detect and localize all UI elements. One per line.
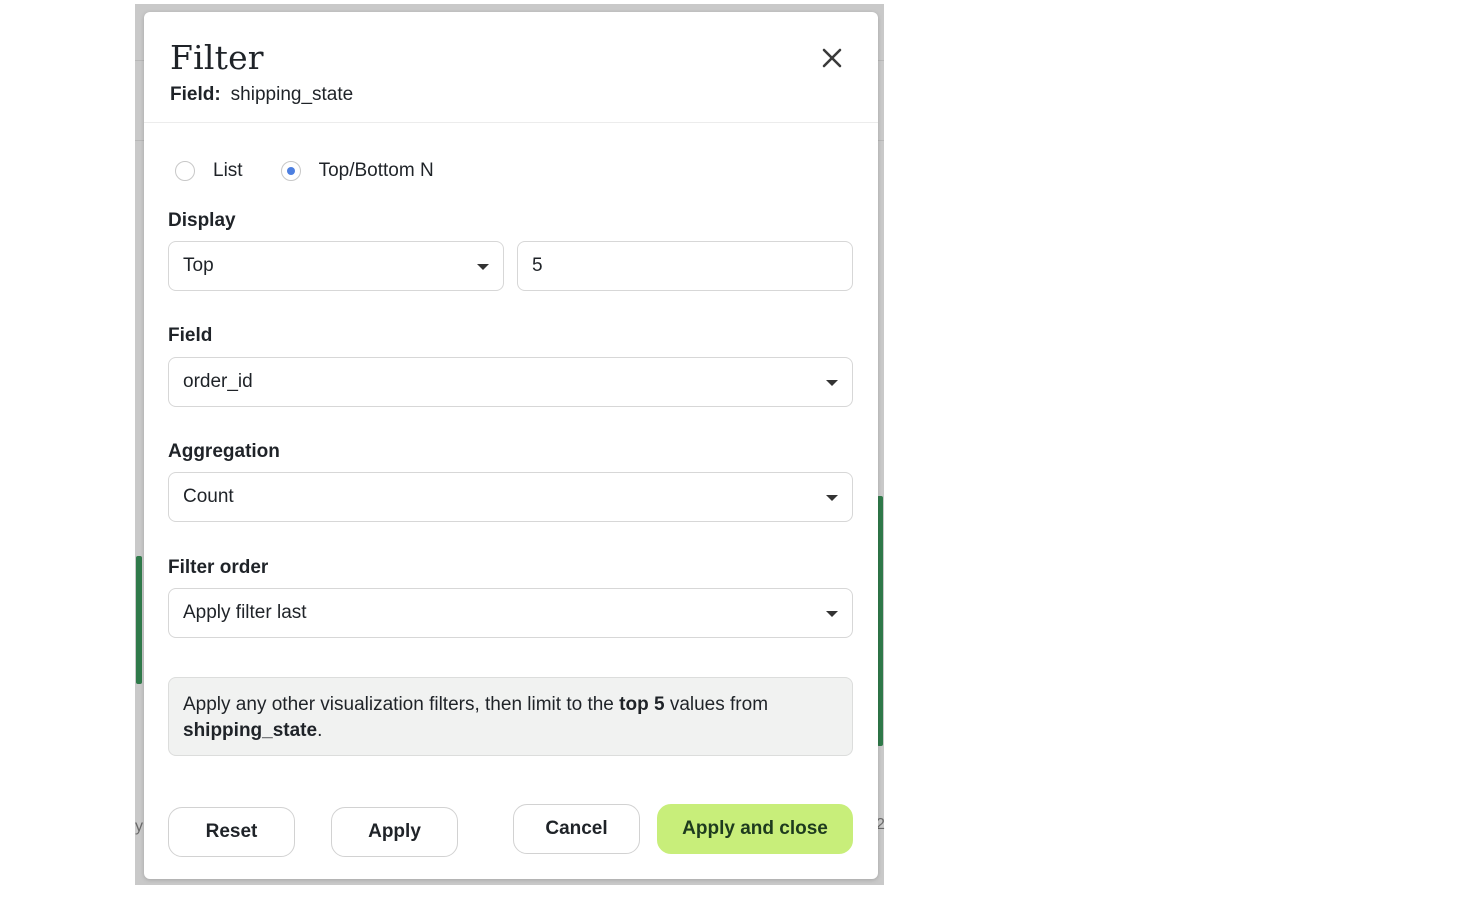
display-direction-select[interactable]: Top	[168, 241, 504, 291]
aggregation-value: Count	[183, 486, 234, 507]
radio-top-bottom-n-circle[interactable]	[280, 161, 301, 181]
aggregation-label: Aggregation	[168, 441, 280, 462]
filter-order-select[interactable]: Apply filter last	[168, 588, 853, 638]
chevron-down-icon	[826, 611, 838, 617]
radio-top-bottom-n[interactable]: Top/Bottom N	[280, 160, 434, 182]
filter-dialog: Filter Field: shipping_state List Top/Bot…	[144, 12, 878, 879]
chevron-down-icon	[826, 380, 838, 386]
apply-and-close-button[interactable]: Apply and close	[657, 804, 853, 854]
reset-button[interactable]: Reset	[168, 807, 295, 857]
display-label: Display	[168, 210, 236, 231]
background-divider	[135, 60, 144, 61]
field-select-value: order_id	[183, 371, 253, 392]
filter-order-label: Filter order	[168, 557, 269, 578]
display-count-value: 5	[532, 255, 543, 276]
radio-top-bottom-n-label[interactable]: Top/Bottom N	[319, 160, 434, 182]
info-text-prefix: Apply any other visualization filters, t…	[183, 694, 620, 715]
dialog-header: Filter Field: shipping_state	[144, 12, 878, 123]
filter-description: Apply any other visualization filters, t…	[168, 677, 853, 756]
info-text-top-n: top 5	[619, 694, 665, 715]
field-select-label: Field	[168, 325, 213, 346]
apply-button[interactable]: Apply	[331, 807, 458, 857]
mode-radio-group: List Top/Bottom N	[175, 158, 472, 184]
chevron-down-icon	[826, 495, 838, 501]
close-button[interactable]	[816, 42, 848, 74]
cancel-button[interactable]: Cancel	[513, 804, 640, 854]
dialog-title: Filter	[170, 38, 264, 77]
radio-selected-dot	[286, 167, 295, 175]
radio-list-label[interactable]: List	[213, 160, 243, 182]
filter-order-value: Apply filter last	[183, 602, 307, 623]
radio-list[interactable]: List	[175, 160, 243, 182]
background-chart-line	[136, 556, 142, 684]
info-text-field: shipping_state	[183, 720, 318, 741]
aggregation-select[interactable]: Count	[168, 472, 853, 522]
info-text-middle: values from	[664, 694, 769, 715]
close-icon	[822, 48, 842, 68]
display-direction-value: Top	[183, 255, 214, 276]
display-count-input[interactable]: 5	[517, 241, 853, 291]
background-tick-label: y	[135, 818, 143, 835]
field-select[interactable]: order_id	[168, 357, 853, 407]
dialog-subtitle: Field: shipping_state	[170, 84, 353, 106]
field-name: shipping_state	[230, 84, 354, 105]
radio-list-circle[interactable]	[175, 161, 195, 181]
chevron-down-icon	[477, 264, 489, 270]
info-text-suffix: .	[317, 720, 323, 741]
background-divider	[135, 140, 144, 141]
field-caption: Field:	[170, 84, 221, 105]
